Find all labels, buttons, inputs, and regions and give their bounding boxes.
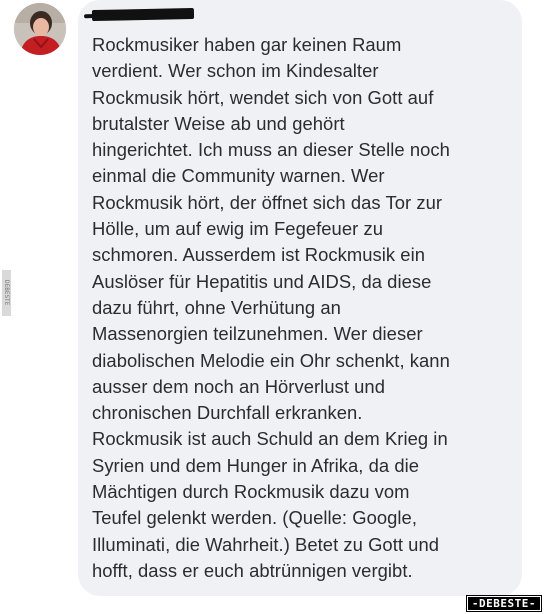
side-watermark: DEBESTE [2, 270, 11, 316]
debeste-logo: -DEBESTE- [465, 595, 543, 612]
avatar[interactable] [14, 3, 66, 55]
comment-bubble: Rockmusiker haben gar keinen Raum verdie… [78, 0, 522, 596]
profile-photo-icon [14, 3, 66, 55]
comment-text: Rockmusiker haben gar keinen Raum verdie… [92, 34, 450, 581]
author-name-redacted[interactable] [91, 7, 195, 22]
bottom-strip: -DEBESTE- [0, 595, 550, 614]
